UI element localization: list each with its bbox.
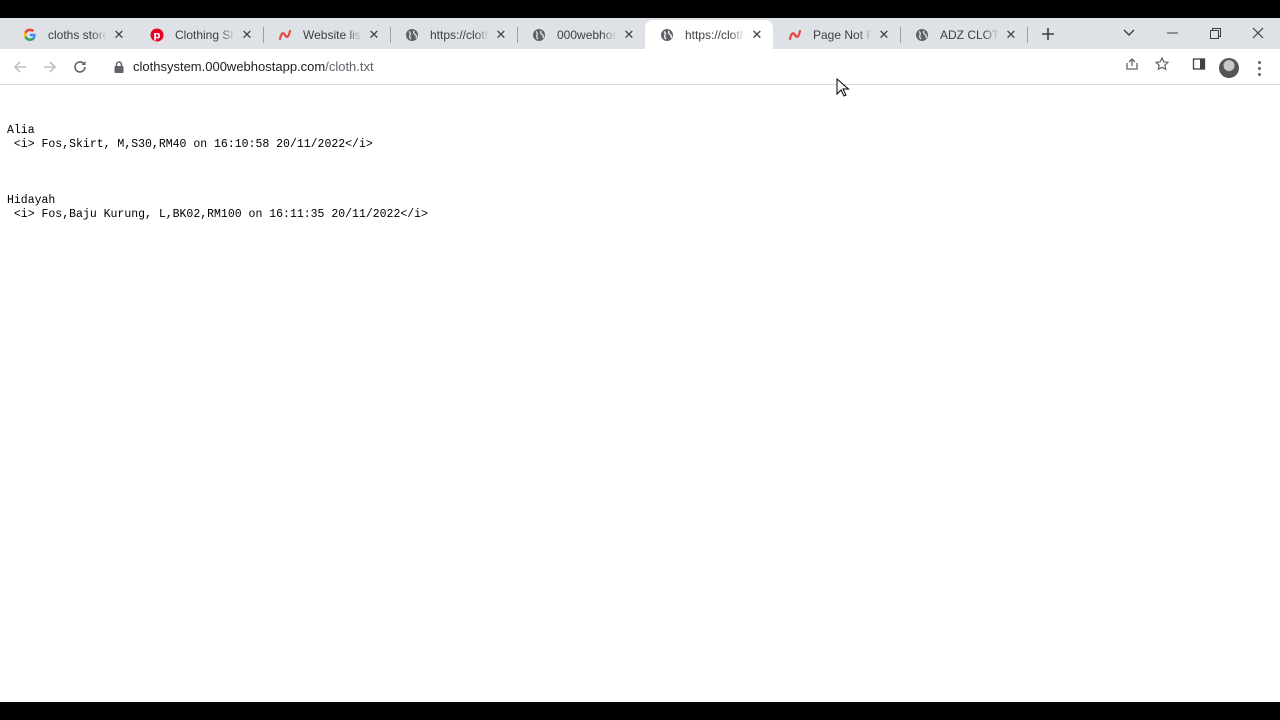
order-entry: Alia <i> Fos,Skirt, M,S30,RM40 on 16:10:… [7,124,428,152]
google-icon [22,27,38,43]
tab-strip: cloths store in ✕ p Clothing Shop ✕ Webs… [0,18,1280,49]
reload-icon [74,61,86,73]
tab-title: 000webhost Me [557,27,617,42]
tab-page-not-found[interactable]: Page Not Found ✕ [773,20,900,49]
plus-icon [1042,28,1054,40]
customer-name: Alia [7,124,35,137]
screen-top-bar [0,0,1280,18]
lock-icon [114,61,124,73]
tab-clothsystem-active[interactable]: https://clothsy ✕ [645,20,773,49]
dot-icon [1257,66,1261,70]
order-entry: Hidayah <i> Fos,Baju Kurung, L,BK02,RM10… [7,194,428,222]
dot-icon [1257,60,1261,64]
customer-name: Hidayah [7,194,56,207]
side-panel-button[interactable] [1188,53,1210,75]
reload-button[interactable] [68,55,92,79]
arrow-right-icon [44,61,57,73]
back-button[interactable] [8,55,32,79]
mouse-cursor-icon [836,78,850,97]
restore-button[interactable] [1195,20,1235,46]
url-text: clothsystem.000webhostapp.com/cloth.txt [133,59,374,74]
close-icon[interactable]: ✕ [749,27,765,43]
tab-search-button[interactable] [1109,20,1149,46]
order-detail: <i> Fos,Baju Kurung, L,BK02,RM100 on 16:… [7,208,428,221]
close-icon [1252,27,1264,39]
close-icon[interactable]: ✕ [876,27,892,43]
restore-icon [1209,27,1221,39]
tab-title: https://clothsy [430,27,489,42]
side-panel-icon [1192,58,1206,70]
arrow-left-icon [13,61,26,73]
forward-button[interactable] [38,55,62,79]
chevron-down-icon [1123,29,1135,36]
page-content: Alia <i> Fos,Skirt, M,S30,RM40 on 16:10:… [0,85,1280,702]
browser-chrome: cloths store in ✕ p Clothing Shop ✕ Webs… [0,18,1280,85]
globe-icon [914,27,930,43]
000webhost-icon [787,27,803,43]
browser-toolbar: clothsystem.000webhostapp.com/cloth.txt [0,49,1280,85]
url-host: clothsystem.000webhostapp.com [133,59,326,74]
000webhost-icon [277,27,293,43]
close-window-button[interactable] [1238,20,1278,46]
new-tab-button[interactable] [1038,24,1058,44]
address-bar[interactable]: clothsystem.000webhostapp.com/cloth.txt [100,53,1180,81]
close-icon[interactable]: ✕ [239,27,255,43]
share-icon [1126,58,1138,70]
globe-icon [404,27,420,43]
tab-google-search[interactable]: cloths store in ✕ [8,20,135,49]
globe-icon [531,27,547,43]
tab-000webhost[interactable]: 000webhost Me ✕ [517,20,645,49]
bookmark-button[interactable] [1151,53,1173,75]
close-icon[interactable]: ✕ [366,27,382,43]
tab-clothsystem-1[interactable]: https://clothsy ✕ [390,20,517,49]
star-icon [1155,57,1169,71]
tab-title: ADZ CLOTH SHO [940,27,999,42]
tab-title: Clothing Shop [175,27,235,42]
screen-bottom-bar [0,702,1280,720]
minimize-button[interactable] [1152,20,1192,46]
more-menu-button[interactable] [1252,56,1266,80]
url-path: /cloth.txt [325,59,374,74]
tab-adz-cloth-shop[interactable]: ADZ CLOTH SHO ✕ [900,20,1027,49]
globe-icon [659,27,675,43]
tab-title: https://clothsy [685,27,745,42]
tab-title: Page Not Found [813,27,872,42]
order-detail: <i> Fos,Skirt, M,S30,RM40 on 16:10:58 20… [7,138,373,151]
profile-avatar[interactable] [1219,58,1239,78]
text-file-content: Alia <i> Fos,Skirt, M,S30,RM40 on 16:10:… [7,96,428,264]
close-icon[interactable]: ✕ [111,27,127,43]
tab-pinterest[interactable]: p Clothing Shop ✕ [135,20,263,49]
tab-website-list[interactable]: Website list ✕ [263,20,390,49]
close-icon[interactable]: ✕ [493,27,509,43]
share-button[interactable] [1121,53,1143,75]
tab-separator [1027,27,1028,43]
tab-title: Website list [303,27,362,42]
close-icon[interactable]: ✕ [621,27,637,43]
svg-text:p: p [153,30,160,41]
dot-icon [1257,72,1261,76]
pinterest-icon: p [149,27,165,43]
close-icon[interactable]: ✕ [1003,27,1019,43]
tab-title: cloths store in [48,27,107,42]
minimize-icon [1166,32,1178,34]
